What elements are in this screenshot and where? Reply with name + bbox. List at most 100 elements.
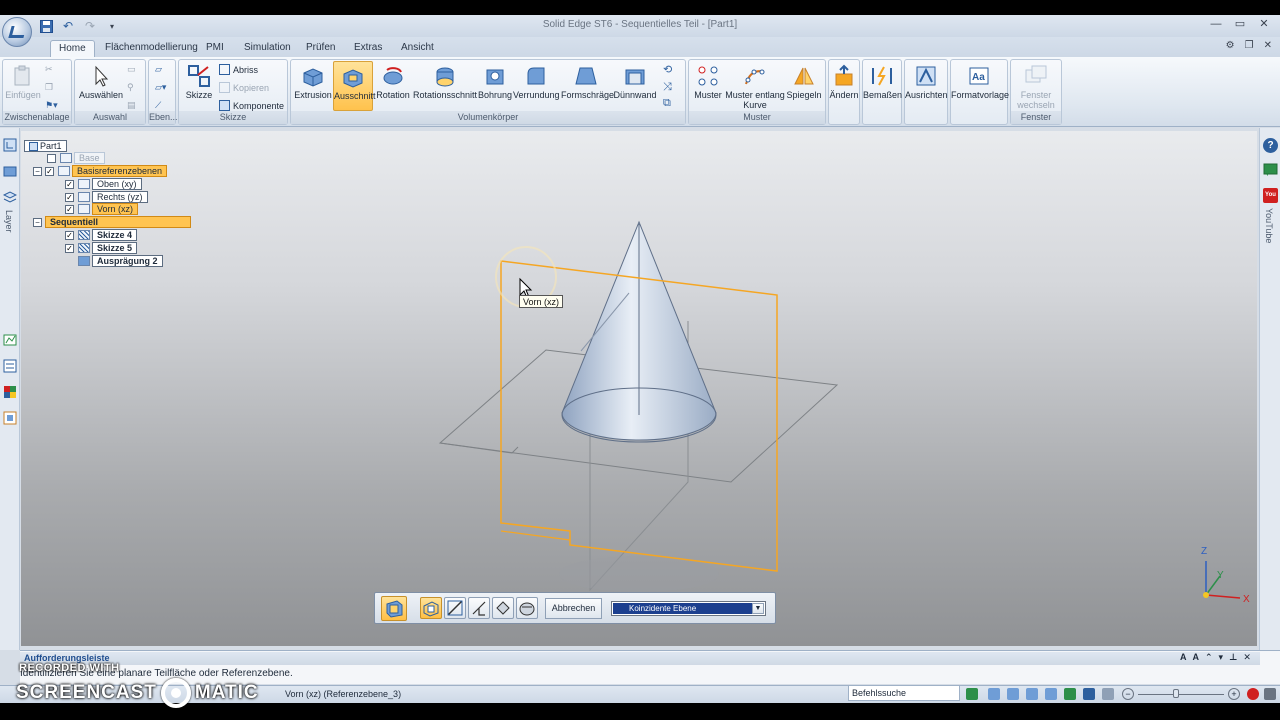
close-icon[interactable]: ✕ bbox=[1243, 652, 1251, 663]
youtube-icon[interactable]: You bbox=[1263, 188, 1278, 203]
more-solid-icon-1[interactable]: ⟲ bbox=[663, 63, 672, 76]
path-finder-icon[interactable] bbox=[3, 138, 17, 152]
spiegeln-button[interactable]: Spiegeln bbox=[785, 64, 823, 100]
tree-item-auspraegung[interactable]: Ausprägung 2 bbox=[78, 255, 163, 267]
tree-item-oben[interactable]: ✓ Oben (xy) bbox=[65, 178, 142, 190]
command-search-input[interactable]: Befehlssuche bbox=[848, 685, 960, 701]
pan-icon[interactable] bbox=[1045, 688, 1057, 700]
rotationsschnitt-button[interactable]: Rotationsschnitt bbox=[413, 64, 477, 100]
draw-profile-step-button[interactable] bbox=[444, 597, 466, 619]
options-icon[interactable]: ▾ bbox=[1219, 652, 1224, 663]
sensor-icon[interactable] bbox=[3, 333, 17, 347]
tab-extras[interactable]: Extras bbox=[354, 40, 382, 57]
pin-icon[interactable]: ⊥ bbox=[1229, 652, 1237, 663]
format-painter-icon[interactable]: ⚑▾ bbox=[45, 100, 58, 111]
tab-home[interactable]: Home bbox=[50, 40, 95, 57]
copy-icon[interactable]: ❐ bbox=[45, 82, 53, 93]
refresh-icon[interactable] bbox=[966, 688, 978, 700]
family-icon[interactable] bbox=[3, 411, 17, 425]
fenster-wechseln-button[interactable]: Fenster wechseln bbox=[1011, 64, 1061, 110]
doc-restore-icon[interactable]: ❐ bbox=[1245, 40, 1254, 51]
plane-step-button[interactable] bbox=[381, 596, 407, 621]
ausrichten-button[interactable]: Ausrichten bbox=[905, 64, 948, 100]
chevron-down-icon[interactable]: ▼ bbox=[752, 603, 764, 614]
filter-icon[interactable]: ⚲ bbox=[127, 82, 134, 93]
collapse-icon[interactable]: ⌃ bbox=[1205, 652, 1213, 663]
help-options-icon[interactable]: ⚙ bbox=[1226, 40, 1235, 51]
kopieren-button[interactable]: Kopieren bbox=[219, 82, 269, 93]
record-icon[interactable] bbox=[1247, 688, 1259, 700]
view-orientation-icon[interactable] bbox=[1083, 688, 1095, 700]
komponente-button[interactable]: Komponente bbox=[219, 100, 284, 111]
verrundung-button[interactable]: Verrundung bbox=[513, 64, 560, 100]
layer-label[interactable]: Layer bbox=[4, 210, 14, 233]
more-solid-icon-3[interactable]: ⧉ bbox=[663, 97, 671, 110]
zoom-in-icon[interactable]: + bbox=[1228, 688, 1240, 700]
application-button[interactable] bbox=[2, 17, 32, 47]
select-tools-icon[interactable]: ▤ bbox=[127, 100, 136, 111]
font-larger-icon[interactable]: A bbox=[1180, 652, 1187, 663]
rechts-checkbox[interactable]: ✓ bbox=[65, 192, 74, 202]
feature-library-icon[interactable] bbox=[3, 164, 17, 178]
tab-pmi[interactable]: PMI bbox=[206, 40, 224, 57]
basisreferenzebenen-checkbox[interactable]: ✓ bbox=[45, 166, 54, 176]
cancel-button[interactable]: Abbrechen bbox=[545, 598, 602, 619]
tab-ansicht[interactable]: Ansicht bbox=[401, 40, 434, 57]
doc-close-icon[interactable]: ✕ bbox=[1264, 40, 1272, 51]
muster-entlang-kurve-button[interactable]: Muster entlang Kurve bbox=[725, 64, 785, 110]
abriss-button[interactable]: Abriss bbox=[219, 64, 258, 75]
skizze5-checkbox[interactable]: ✓ bbox=[65, 243, 74, 253]
tab-flaechenmodellierung[interactable]: Flächenmodellierung bbox=[105, 40, 198, 57]
tree-item-vorn[interactable]: ✓ Vorn (xz) bbox=[65, 203, 139, 215]
color-manager-icon[interactable] bbox=[3, 385, 17, 399]
collapse-icon[interactable]: − bbox=[33, 166, 42, 176]
aendern-button[interactable]: Ändern bbox=[829, 64, 859, 100]
extent-step-button[interactable] bbox=[492, 597, 514, 619]
ausschnitt-button[interactable]: Ausschnitt bbox=[333, 61, 376, 111]
bohrung-button[interactable]: Bohrung bbox=[477, 64, 513, 100]
formatvorlage-button[interactable]: Aa Formatvorlage bbox=[951, 64, 1009, 100]
duennwand-button[interactable]: Dünnwand bbox=[613, 64, 657, 100]
maximize-icon[interactable]: ▭ bbox=[1234, 17, 1246, 31]
zoom-slider-thumb[interactable] bbox=[1173, 689, 1179, 698]
axis-icon[interactable]: ⟋ bbox=[155, 100, 161, 111]
cut-icon[interactable]: ✂ bbox=[45, 64, 53, 75]
zoom-slider[interactable] bbox=[1138, 694, 1224, 695]
youtube-label[interactable]: YouTube bbox=[1264, 208, 1274, 243]
skizze4-checkbox[interactable]: ✓ bbox=[65, 230, 74, 240]
close-icon[interactable]: ✕ bbox=[1258, 17, 1270, 31]
extrusion-button[interactable]: Extrusion bbox=[293, 64, 333, 100]
oben-checkbox[interactable]: ✓ bbox=[65, 179, 74, 189]
treatment-step-button[interactable] bbox=[516, 597, 538, 619]
render-mode-icon[interactable] bbox=[1102, 688, 1114, 700]
zoom-area-icon[interactable] bbox=[988, 688, 1000, 700]
plane-icon[interactable]: ▱ bbox=[155, 64, 162, 75]
tree-item-rechts[interactable]: ✓ Rechts (yz) bbox=[65, 191, 148, 203]
zoom-icon[interactable] bbox=[1007, 688, 1019, 700]
layer-icon[interactable] bbox=[2, 190, 18, 204]
tree-root[interactable]: Part1 bbox=[24, 140, 67, 152]
tree-item-skizze5[interactable]: ✓ Skizze 5 bbox=[65, 242, 138, 254]
tree-item-skizze4[interactable]: ✓ Skizze 4 bbox=[65, 229, 138, 241]
tree-item-base[interactable]: Base bbox=[47, 152, 105, 164]
tab-pruefen[interactable]: Prüfen bbox=[306, 40, 335, 57]
select-box-icon[interactable]: ▭ bbox=[127, 64, 136, 75]
tree-root-label[interactable]: Part1 bbox=[24, 140, 67, 152]
auswaehlen-button[interactable]: Auswählen bbox=[79, 64, 123, 100]
minimize-icon[interactable]: — bbox=[1210, 17, 1222, 31]
zoom-out-icon[interactable]: − bbox=[1122, 688, 1134, 700]
help-icon[interactable]: ? bbox=[1263, 138, 1278, 153]
community-icon[interactable] bbox=[1263, 162, 1278, 177]
formschraege-button[interactable]: Formschräge bbox=[561, 64, 614, 100]
inspector-icon[interactable] bbox=[3, 359, 17, 373]
font-smaller-icon[interactable]: A bbox=[1193, 652, 1200, 663]
rotate-icon[interactable] bbox=[1064, 688, 1076, 700]
rotation-button[interactable]: Rotation bbox=[375, 64, 411, 100]
coincident-plane-step-button[interactable] bbox=[420, 597, 442, 619]
skizze-button[interactable]: Skizze bbox=[182, 64, 216, 100]
tab-simulation[interactable]: Simulation bbox=[244, 40, 291, 57]
einfuegen-button[interactable]: Einfügen bbox=[5, 64, 41, 100]
bemassen-button[interactable]: Bemaßen bbox=[863, 64, 902, 100]
more-solid-icon-2[interactable]: ⤨ bbox=[663, 81, 672, 94]
graphics-viewport[interactable]: Z Y X bbox=[21, 131, 1257, 646]
